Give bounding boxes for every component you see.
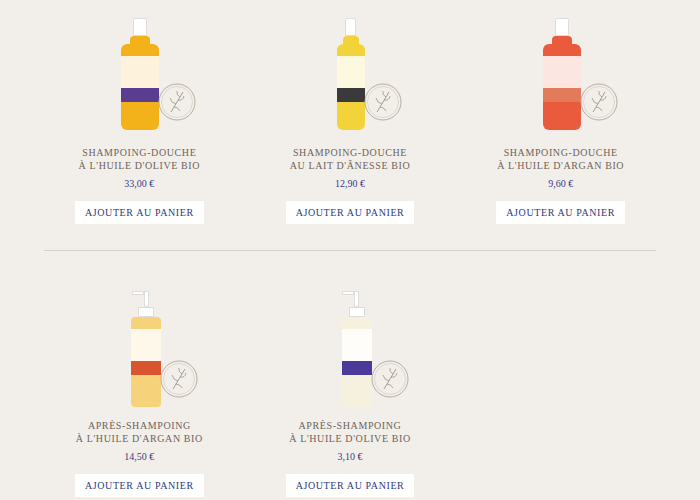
bottle-label — [342, 329, 372, 375]
product-bottle — [330, 291, 372, 407]
bottle-body — [121, 44, 159, 130]
product-image[interactable] — [455, 0, 666, 146]
product-row: SHAMPOING-DOUCHEÀ L'HUILE D'OLIVE BIO33,… — [0, 0, 700, 224]
title-line: À L'HUILE D'OLIVE BIO — [289, 432, 410, 445]
title-line: SHAMPOING-DOUCHE — [293, 146, 407, 159]
pump-nozzle — [342, 291, 354, 295]
label-band — [342, 361, 372, 375]
product-visual — [543, 18, 619, 130]
product-price: 33,00 € — [124, 177, 154, 190]
pump-stem — [354, 291, 359, 307]
label-band — [121, 88, 159, 102]
product-visual — [330, 291, 410, 407]
bottle-neck — [130, 36, 150, 44]
product-title[interactable]: SHAMPOING-DOUCHEÀ L'HUILE D'OLIVE BIO — [79, 146, 200, 172]
botanical-stamp-icon — [579, 82, 619, 122]
bottle-label — [337, 56, 365, 102]
product-title[interactable]: APRÈS-SHAMPOINGÀ L'HUILE D'OLIVE BIO — [289, 419, 410, 445]
title-line: APRÈS-SHAMPOING — [299, 419, 402, 432]
label-band — [337, 88, 365, 102]
title-line: APRÈS-SHAMPOING — [88, 419, 191, 432]
row-divider — [44, 250, 656, 251]
product-price: 14,50 € — [124, 450, 154, 463]
label-band — [543, 88, 581, 102]
product-title[interactable]: SHAMPOING-DOUCHEAU LAIT D'ÂNESSE BIO — [290, 146, 411, 172]
bottle-cap — [345, 18, 356, 36]
bottle-body — [337, 44, 365, 130]
add-to-cart-button[interactable]: AJOUTER AU PANIER — [286, 474, 415, 497]
bottle-label — [131, 329, 161, 375]
product-bottle — [543, 18, 581, 130]
title-line: SHAMPOING-DOUCHE — [504, 146, 618, 159]
product-card: SHAMPOING-DOUCHEÀ L'HUILE D'OLIVE BIO 33,… — [34, 0, 245, 224]
product-visual — [337, 18, 403, 130]
add-to-cart-button[interactable]: AJOUTER AU PANIER — [75, 474, 204, 497]
product-title[interactable]: APRÈS-SHAMPOINGÀ L'HUILE D'ARGAN BIO — [76, 419, 203, 445]
botanical-stamp-icon — [159, 359, 199, 399]
product-bottle — [337, 18, 365, 130]
product-card: SHAMPOING-DOUCHEÀ L'HUILE D'ARGAN BIO 9,6… — [455, 0, 666, 224]
product-image[interactable] — [34, 0, 245, 146]
bottle-body — [543, 44, 581, 130]
product-card: APRÈS-SHAMPOINGÀ L'HUILE D'ARGAN BIO 14,5… — [34, 251, 245, 497]
pump-stem — [144, 291, 149, 307]
botanical-stamp-icon — [363, 82, 403, 122]
product-visual — [119, 291, 199, 407]
product-bottle — [121, 18, 159, 130]
product-row: APRÈS-SHAMPOINGÀ L'HUILE D'ARGAN BIO14,5… — [0, 251, 700, 497]
product-price: 9,60 € — [548, 177, 573, 190]
bottle-cap — [555, 18, 569, 36]
title-line: SHAMPOING-DOUCHE — [82, 146, 196, 159]
botanical-stamp-icon — [157, 82, 197, 122]
bottle-body — [131, 317, 161, 407]
bottle-label — [121, 56, 159, 102]
title-line: À L'HUILE D'ARGAN BIO — [76, 432, 203, 445]
add-to-cart-button[interactable]: AJOUTER AU PANIER — [286, 201, 415, 224]
title-line: AU LAIT D'ÂNESSE BIO — [290, 159, 411, 172]
bottle-neck — [343, 36, 359, 44]
botanical-stamp-icon — [370, 359, 410, 399]
product-image[interactable] — [245, 0, 456, 146]
product-price: 12,90 € — [335, 177, 365, 190]
bottle-body — [342, 317, 372, 407]
pump-collar — [138, 307, 154, 317]
product-image[interactable] — [34, 251, 245, 419]
bottle-label — [543, 56, 581, 102]
product-title[interactable]: SHAMPOING-DOUCHEÀ L'HUILE D'ARGAN BIO — [497, 146, 624, 172]
pump-head — [342, 291, 359, 307]
title-line: À L'HUILE D'ARGAN BIO — [497, 159, 624, 172]
product-visual — [121, 18, 197, 130]
add-to-cart-button[interactable]: AJOUTER AU PANIER — [496, 201, 625, 224]
pump-collar — [349, 307, 365, 317]
product-bottle — [119, 291, 161, 407]
product-card: SHAMPOING-DOUCHEAU LAIT D'ÂNESSE BIO 12,9… — [245, 0, 456, 224]
pump-head — [132, 291, 149, 307]
product-card: APRÈS-SHAMPOINGÀ L'HUILE D'OLIVE BIO 3,10… — [245, 251, 456, 497]
bottle-neck — [552, 36, 572, 44]
product-price: 3,10 € — [337, 450, 362, 463]
add-to-cart-button[interactable]: AJOUTER AU PANIER — [75, 201, 204, 224]
pump-nozzle — [132, 291, 144, 295]
title-line: À L'HUILE D'OLIVE BIO — [79, 159, 200, 172]
product-image[interactable] — [245, 251, 456, 419]
label-band — [131, 361, 161, 375]
bottle-cap — [133, 18, 147, 36]
